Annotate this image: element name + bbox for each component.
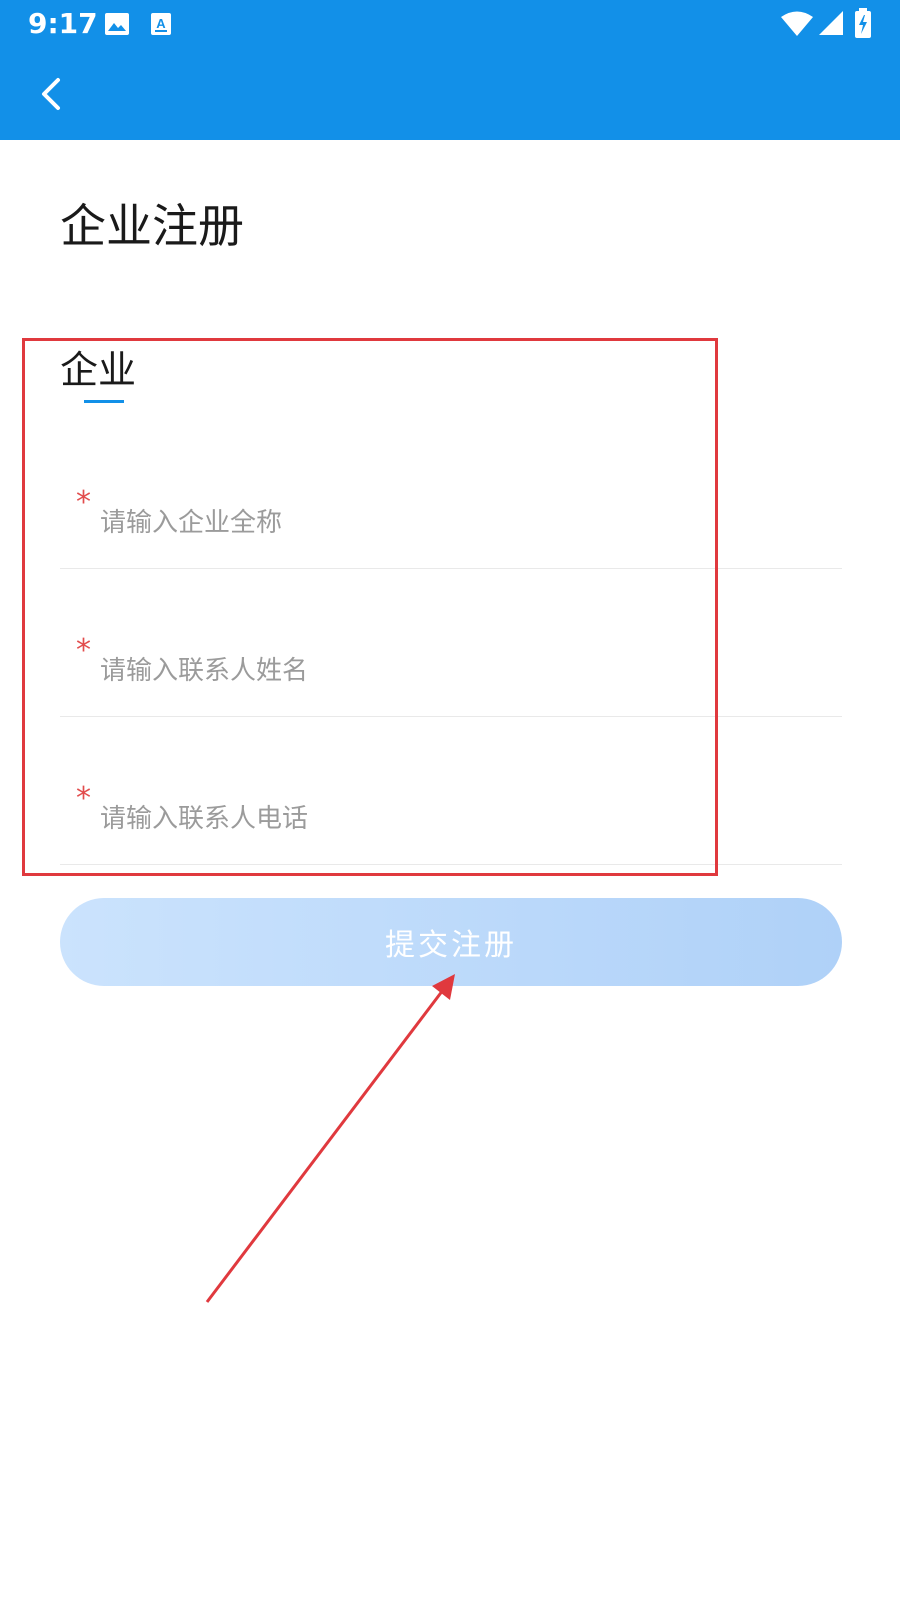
tab-enterprise[interactable]: 企业	[60, 346, 140, 404]
wifi-icon	[780, 10, 814, 42]
signal-icon	[818, 10, 844, 40]
tab-active-indicator	[84, 400, 124, 403]
contact-name-field: *	[60, 626, 842, 717]
svg-text:A: A	[156, 16, 166, 31]
status-time: 9:17	[28, 7, 98, 40]
chevron-left-icon	[42, 78, 60, 110]
registration-screen: 9:17 A 企业注册 企业 * 请输入企业全称 * 请输入联系人姓名 * 请输…	[0, 0, 900, 1600]
battery-charging-icon	[854, 8, 872, 42]
contact-phone-input[interactable]	[100, 794, 820, 844]
page-title: 企业注册	[60, 199, 244, 253]
back-button[interactable]	[30, 66, 74, 122]
company-name-field: *	[60, 478, 842, 569]
image-icon	[104, 12, 130, 40]
text-a-icon: A	[150, 12, 172, 40]
app-bar: 9:17 A	[0, 0, 900, 140]
required-mark: *	[76, 485, 91, 520]
contact-name-input[interactable]	[100, 646, 820, 696]
contact-phone-field: *	[60, 774, 842, 865]
required-mark: *	[76, 633, 91, 668]
required-mark: *	[76, 781, 91, 816]
company-name-input[interactable]	[100, 498, 820, 548]
tab-label: 企业	[60, 348, 137, 392]
submit-registration-button[interactable]: 提交注册	[60, 898, 842, 986]
